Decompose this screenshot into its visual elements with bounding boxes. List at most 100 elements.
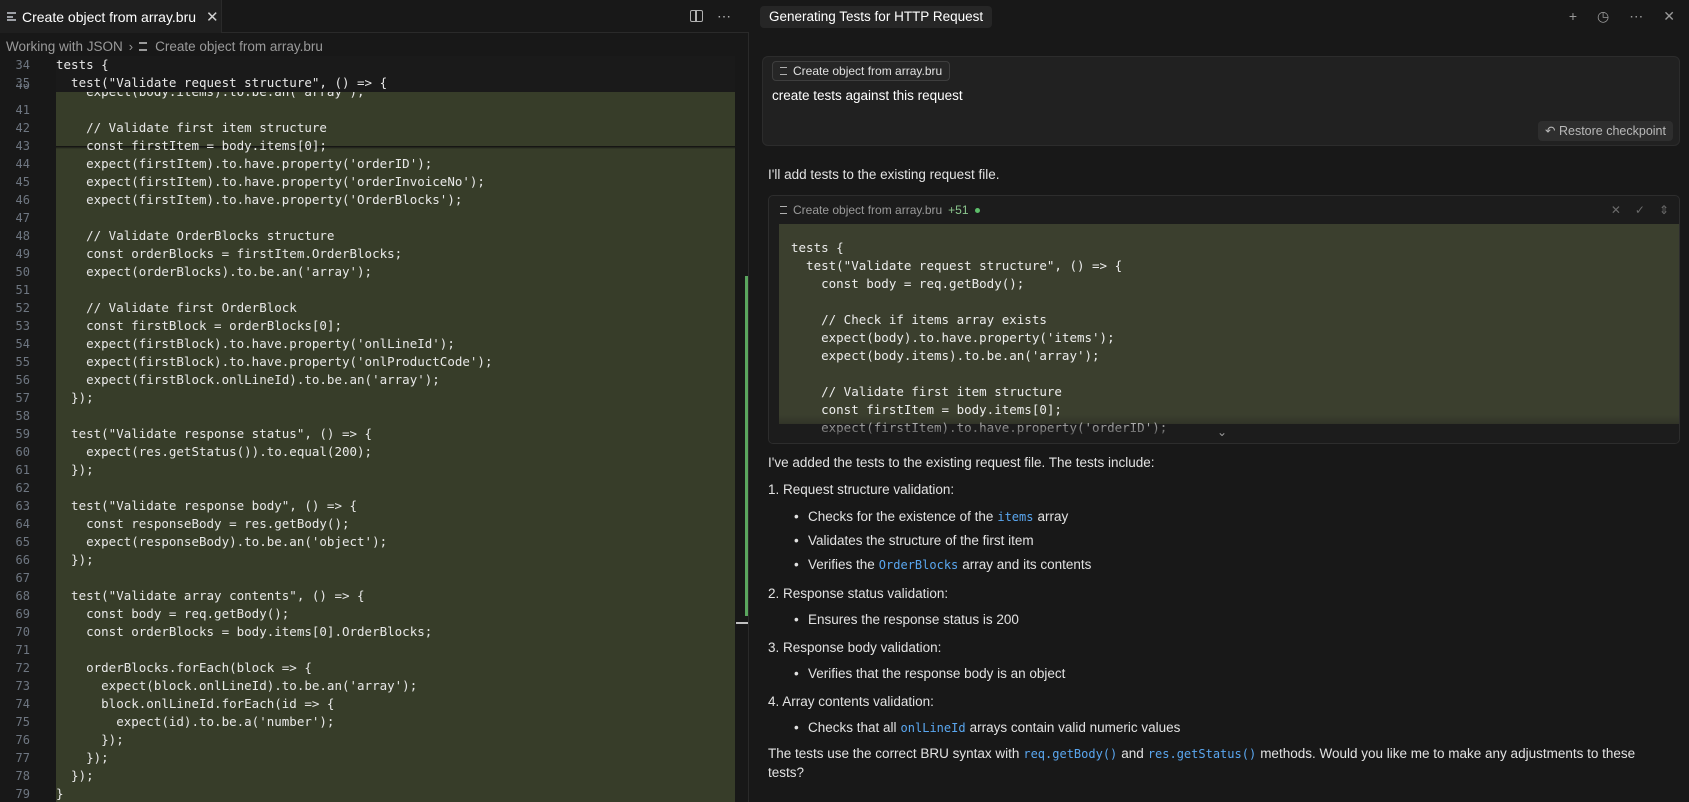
accept-icon[interactable]: ✓ [1635,203,1645,217]
code-line[interactable]: expect(firstItem).to.have.property('orde… [56,173,485,191]
code-line[interactable]: const orderBlocks = firstItem.OrderBlock… [56,245,402,263]
code-line[interactable]: expect(orderBlocks).to.be.an('array'); [56,263,372,281]
code-line[interactable]: const orderBlocks = body.items[0].OrderB… [56,623,432,641]
line-number: 54 [15,337,30,351]
line-number: 51 [15,283,30,297]
code-line[interactable]: // Validate first item structure [56,119,327,137]
closing-text: The tests use the correct BRU syntax wit… [768,746,1020,761]
editor-tab[interactable]: Create object from array.bru ✕ [0,0,222,33]
code-line[interactable]: } [56,785,64,802]
code-line[interactable]: // Validate first OrderBlock [56,299,297,317]
file-lines-icon [780,67,787,75]
list-item: 1. Request structure validation: [768,482,954,497]
list-item: 4. Array contents validation: [768,694,934,709]
split-editor-icon[interactable] [690,10,703,22]
line-number: 62 [15,481,30,495]
file-lines-icon [7,12,16,21]
line-number: 42 [15,121,30,135]
code-line[interactable]: test("Validate array contents", () => { [56,587,365,605]
code-line[interactable]: }); [56,731,124,749]
editor-tab-label: Create object from array.bru [22,8,197,25]
code-line[interactable]: }); [56,551,94,569]
bullet-item: Verifies that the response body is an ob… [794,666,1065,681]
code-line[interactable]: test("Validate response body", () => { [56,497,357,515]
more-actions-icon[interactable]: ⋯ [1629,8,1643,25]
code-line[interactable]: expect(body.items).to.be.an('array'); [56,92,364,101]
code-line[interactable]: const firstItem = body.items[0]; [56,137,327,155]
editor-toolbar: ⋯ [690,8,731,25]
closing-paragraph-line2: tests? [768,765,805,780]
line-number: 43 [15,139,30,153]
more-actions-icon[interactable]: ⋯ [717,8,731,25]
line-number: 50 [15,265,30,279]
code-line[interactable]: expect(block.onlLineId).to.be.an('array'… [56,677,417,695]
chat-panel: Generating Tests for HTTP Request + ◷ ⋯ … [750,0,1689,802]
code-line[interactable]: orderBlocks.forEach(block => { [56,659,312,677]
inline-code: req.getBody() [1023,747,1118,761]
chat-header: Generating Tests for HTTP Request + ◷ ⋯ … [750,0,1689,33]
line-number: 46 [15,193,30,207]
user-message-box[interactable]: Create object from array.bru create test… [762,56,1680,146]
code-line[interactable]: expect(res.getStatus()).to.equal(200); [56,443,372,461]
line-number: 69 [15,607,30,621]
list-title: Response status validation: [783,586,949,601]
code-line[interactable]: }); [56,389,94,407]
code-line[interactable]: }); [56,461,94,479]
code-line[interactable]: // Validate OrderBlocks structure [56,227,334,245]
bullet-item: Checks for the existence of theitemsarra… [794,509,1068,524]
code-line[interactable]: expect(firstBlock).to.have.property('onl… [56,335,455,353]
code-line[interactable]: const body = req.getBody(); [56,605,289,623]
restore-checkpoint-label: Restore checkpoint [1558,124,1666,138]
code-block-header: Create object from array.bru +51 [769,196,1679,224]
code-line[interactable]: }); [56,767,94,785]
code-line[interactable]: expect(firstItem).to.have.property('Orde… [56,191,462,209]
code-area[interactable]: 34 35 40 41 42 43 44 45 46 47 48 49 50 51 52 53 54 55 56 57… [0,56,735,802]
close-icon[interactable]: ✕ [1663,8,1675,25]
code-line[interactable]: test("Validate response status", () => { [56,425,372,443]
code-line: expect(body).to.have.property('items'); [791,330,1115,345]
bullet-text: Checks that all [808,720,897,735]
line-number: 34 [15,58,30,72]
code-block-content: tests { test("Validate request structure… [779,224,1679,435]
line-number: 41 [15,103,30,117]
breadcrumb-file[interactable]: Create object from array.bru [155,39,323,54]
code-line[interactable]: expect(id).to.be.a('number'); [56,713,334,731]
inline-code: OrderBlocks [878,558,959,572]
code-line[interactable]: const firstBlock = orderBlocks[0]; [56,317,342,335]
history-icon[interactable]: ◷ [1597,8,1609,25]
code-line[interactable]: block.onlLineId.forEach(id => { [56,695,334,713]
scrollbar-thumb[interactable] [736,622,748,624]
code-line[interactable]: expect(firstBlock).to.have.property('onl… [56,353,492,371]
close-icon[interactable]: ✕ [206,8,219,26]
reject-icon[interactable]: ✕ [1611,203,1621,217]
code-line[interactable]: const responseBody = res.getBody(); [56,515,349,533]
restore-checkpoint-button[interactable]: ↶ Restore checkpoint [1538,121,1673,141]
inline-code: res.getStatus() [1147,747,1257,761]
chat-title[interactable]: Generating Tests for HTTP Request [760,6,993,28]
code-line[interactable]: tests { [56,56,109,74]
undo-icon: ↶ [1545,124,1556,138]
code-line[interactable]: }); [56,749,109,767]
bullet-text: arrays contain valid numeric values [969,720,1181,735]
line-number-gutter: 34 35 40 41 42 43 44 45 46 47 48 49 50 51 52 53 54 55 56 57… [0,56,40,802]
code-line[interactable]: expect(responseBody).to.be.an('object'); [56,533,387,551]
line-number: 47 [15,211,30,225]
code-line: tests { [791,240,844,255]
chevron-down-icon[interactable]: ⌄ [1217,425,1227,439]
file-context-chip[interactable]: Create object from array.bru [772,61,951,81]
assistant-intro: I'll add tests to the existing request f… [768,167,1000,182]
code-line[interactable]: test("Validate request structure", () =>… [56,74,387,92]
line-number: 55 [15,355,30,369]
code-line[interactable]: expect(firstItem).to.have.property('orde… [56,155,432,173]
breadcrumb-folder[interactable]: Working with JSON [6,39,123,54]
status-dot [974,207,980,213]
line-number: 44 [15,157,30,171]
code-block-filename[interactable]: Create object from array.bru [793,203,942,217]
closing-text: methods. Would you like me to make any a… [1260,746,1636,761]
line-number: 79 [15,787,30,801]
code-line[interactable]: expect(firstBlock.onlLineId).to.be.an('a… [56,371,440,389]
new-chat-icon[interactable]: + [1569,8,1577,25]
expand-icon[interactable]: ⇕ [1659,203,1669,217]
line-number: 49 [15,247,30,261]
code-editor: Create object from array.bru ✕ ⋯ Working… [0,0,749,802]
